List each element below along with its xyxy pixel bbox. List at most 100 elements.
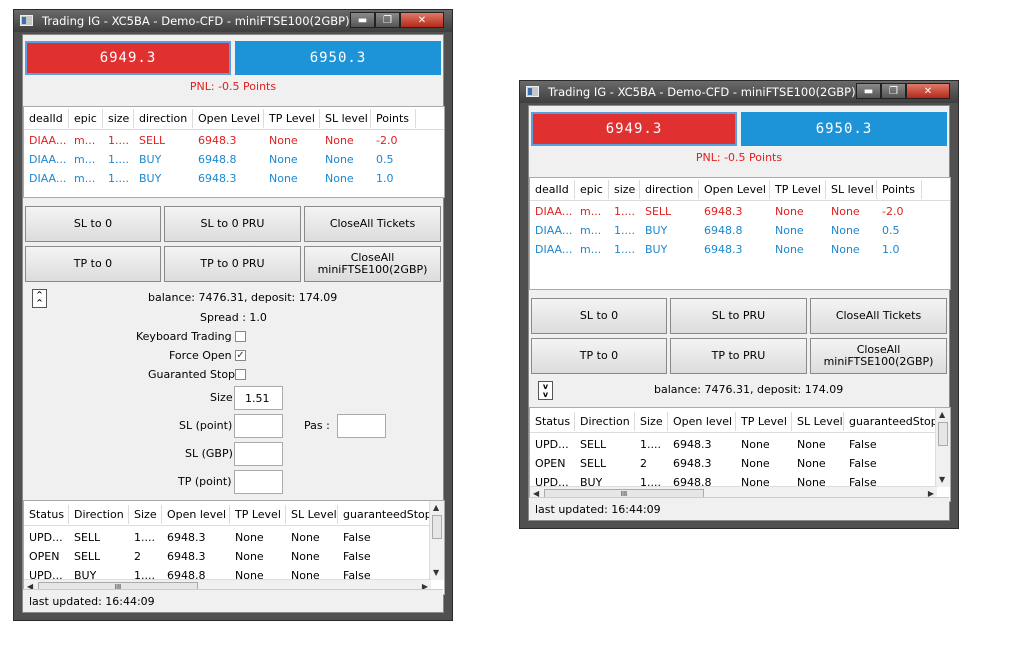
sl-to-0-pru-button[interactable]: SL to 0 PRU	[164, 206, 301, 242]
maximize-button[interactable]: ❐	[375, 12, 400, 28]
scroll-down-arrow-icon[interactable]: ▼	[939, 476, 945, 484]
sl-to-0-button[interactable]: SL to 0	[531, 298, 667, 334]
cell-epic: m...	[74, 172, 96, 185]
cell-dealid: DIAA...	[29, 172, 67, 185]
ask-price-button[interactable]: 6950.3	[235, 41, 441, 75]
cell-sl-level: None	[831, 205, 860, 218]
bid-price-button[interactable]: 6949.3	[531, 112, 737, 146]
col-tp-level[interactable]: TP Level	[264, 109, 320, 128]
sl-to-0-button[interactable]: SL to 0	[25, 206, 161, 242]
cell-direction: BUY	[645, 243, 668, 256]
tp-to-0-button[interactable]: TP to 0	[25, 246, 161, 282]
col-status[interactable]: Status	[24, 505, 69, 524]
close-button[interactable]: ✕	[906, 83, 950, 99]
cell-points: 0.5	[882, 224, 900, 237]
close-all-tickets-button[interactable]: CloseAll Tickets	[810, 298, 947, 334]
scroll-up-arrow-icon[interactable]: ▲	[433, 504, 439, 512]
tp-to-0-button[interactable]: TP to 0	[531, 338, 667, 374]
scroll-thumb[interactable]	[938, 422, 948, 446]
scroll-down-arrow-icon[interactable]: ▼	[433, 569, 439, 577]
col-guaranteed-stop[interactable]: guaranteedStop	[844, 412, 937, 431]
col-sl-level[interactable]: SL level	[826, 180, 877, 199]
cell-tp-level: None	[269, 134, 298, 147]
guaranteed-stop-label: Guaranted Stop	[148, 368, 236, 381]
sl-to-pru-button[interactable]: SL to PRU	[670, 298, 807, 334]
bid-price-button[interactable]: 6949.3	[25, 41, 231, 75]
cell-epic: m...	[74, 153, 96, 166]
title-bar[interactable]: Trading IG - XC5BA - Demo-CFD - miniFTSE…	[520, 81, 958, 103]
ask-price-button[interactable]: 6950.3	[741, 112, 947, 146]
force-open-checkbox[interactable]: ✓	[235, 350, 246, 361]
positions-vertical-scrollbar[interactable]: ▲ ▼	[429, 501, 444, 580]
col-guaranteed-stop[interactable]: guaranteedStop	[338, 505, 431, 524]
scroll-thumb[interactable]	[432, 515, 442, 539]
cell-points: -2.0	[882, 205, 904, 218]
col-direction[interactable]: direction	[640, 180, 699, 199]
col-dealid[interactable]: dealId	[530, 180, 575, 199]
close-button[interactable]: ✕	[400, 12, 444, 28]
collapse-toggle-icon[interactable]: ^ ^	[32, 289, 47, 308]
col-dealid[interactable]: dealId	[24, 109, 69, 128]
col-epic[interactable]: epic	[575, 180, 609, 199]
col-size[interactable]: size	[609, 180, 640, 199]
col-open-level[interactable]: Open level	[668, 412, 736, 431]
col-sl-level[interactable]: SL Level	[792, 412, 844, 431]
minimize-button[interactable]: ▬	[856, 83, 881, 99]
cell-points: 1.0	[376, 172, 394, 185]
close-all-market-button[interactable]: CloseAll miniFTSE100(2GBP)	[810, 338, 947, 374]
col-sl-level[interactable]: SL level	[320, 109, 371, 128]
close-all-tickets-button[interactable]: CloseAll Tickets	[304, 206, 441, 242]
cell-size: 1....	[614, 243, 635, 256]
col-status[interactable]: Status	[530, 412, 575, 431]
cell-tp-level: None	[741, 457, 770, 470]
col-points[interactable]: Points	[877, 180, 922, 199]
col-tp-level[interactable]: TP Level	[770, 180, 826, 199]
cell-tp-level: None	[775, 224, 804, 237]
keyboard-trading-checkbox[interactable]	[235, 331, 246, 342]
minimize-button[interactable]: ▬	[350, 12, 375, 28]
deals-table[interactable]: dealId epic size direction Open Level TP…	[529, 177, 951, 290]
app-icon	[20, 15, 33, 26]
sl-gbp-input[interactable]	[234, 442, 283, 466]
close-all-market-button[interactable]: CloseAll miniFTSE100(2GBP)	[304, 246, 441, 282]
col-direction[interactable]: direction	[134, 109, 193, 128]
cell-dealid: DIAA...	[29, 153, 67, 166]
col-size[interactable]: size	[103, 109, 134, 128]
col-open-level[interactable]: Open Level	[699, 180, 770, 199]
positions-table[interactable]: Status Direction Size Open level TP Leve…	[23, 500, 445, 595]
col-sl-level[interactable]: SL Level	[286, 505, 338, 524]
tp-to-pru-button[interactable]: TP to PRU	[670, 338, 807, 374]
positions-table[interactable]: Status Direction Size Open level TP Leve…	[529, 407, 951, 502]
tp-point-input[interactable]	[234, 470, 283, 494]
col-tp-level[interactable]: TP Level	[230, 505, 286, 524]
pas-label: Pas :	[304, 419, 330, 432]
col-direction[interactable]: Direction	[575, 412, 635, 431]
sl-point-input[interactable]	[234, 414, 283, 438]
deals-table[interactable]: dealId epic size direction Open Level TP…	[23, 106, 445, 198]
col-open-level[interactable]: Open Level	[193, 109, 264, 128]
expand-toggle-icon[interactable]: v v	[538, 381, 553, 400]
col-direction[interactable]: Direction	[69, 505, 129, 524]
col-size[interactable]: Size	[129, 505, 162, 524]
col-open-level[interactable]: Open level	[162, 505, 230, 524]
cell-sl-level: None	[325, 153, 354, 166]
cell-direction: SELL	[580, 457, 607, 470]
cell-tp-level: None	[269, 153, 298, 166]
tp-to-0-pru-button[interactable]: TP to 0 PRU	[164, 246, 301, 282]
maximize-button[interactable]: ❐	[881, 83, 906, 99]
keyboard-trading-label: Keyboard Trading	[136, 330, 232, 343]
title-bar[interactable]: Trading IG - XC5BA - Demo-CFD - miniFTSE…	[14, 10, 452, 32]
scroll-up-arrow-icon[interactable]: ▲	[939, 411, 945, 419]
cell-size: 1....	[108, 134, 129, 147]
cell-guaranteed-stop: False	[343, 531, 371, 544]
col-size[interactable]: Size	[635, 412, 668, 431]
col-tp-level[interactable]: TP Level	[736, 412, 792, 431]
positions-vertical-scrollbar[interactable]: ▲ ▼	[935, 408, 950, 487]
client-area: 6949.3 6950.3 PNL: -0.5 Points dealId ep…	[22, 34, 445, 613]
col-points[interactable]: Points	[371, 109, 416, 128]
cell-status: OPEN	[29, 550, 60, 563]
guaranteed-stop-checkbox[interactable]	[235, 369, 246, 380]
col-epic[interactable]: epic	[69, 109, 103, 128]
size-input[interactable]: 1.51	[234, 386, 283, 410]
pas-input[interactable]	[337, 414, 386, 438]
